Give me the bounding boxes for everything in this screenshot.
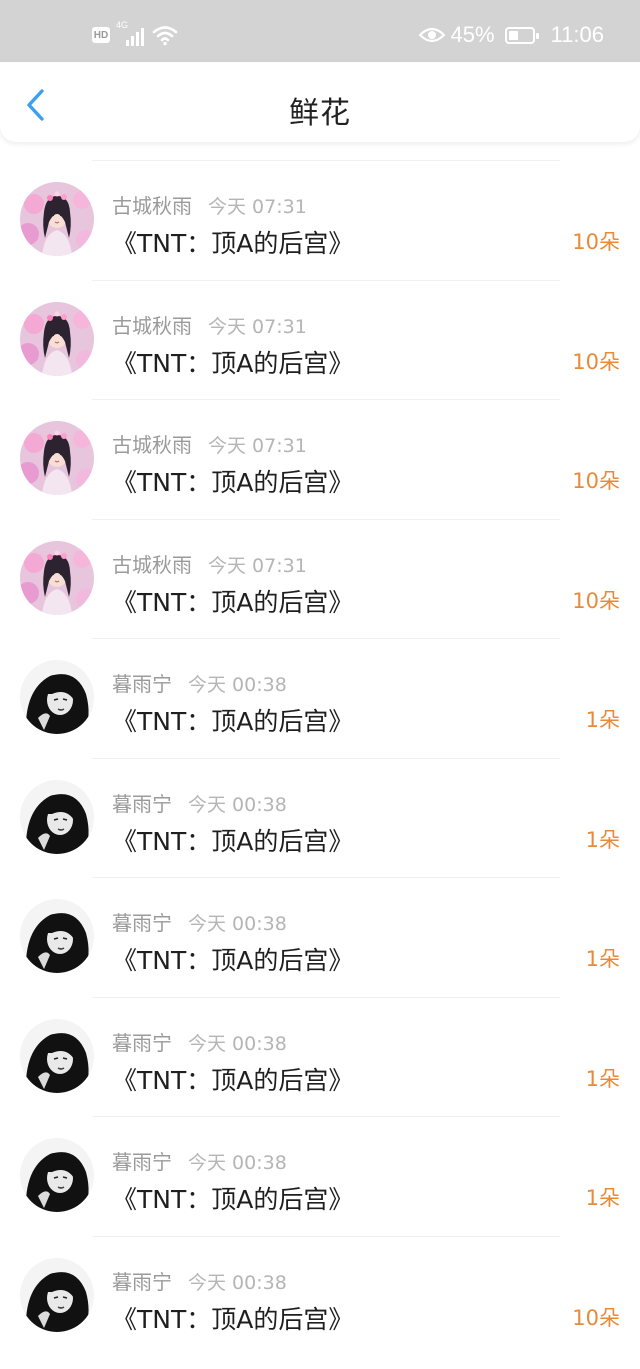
- divider: [92, 1116, 560, 1117]
- monochrome-portrait-avatar-icon: [20, 779, 94, 854]
- flower-count: 1朵: [585, 1186, 620, 1210]
- monochrome-portrait-avatar-icon: [20, 1138, 94, 1212]
- divider: [92, 160, 560, 161]
- timestamp: 今天 07:31: [208, 315, 307, 338]
- user-name[interactable]: 暮雨宁: [112, 1270, 172, 1294]
- list-item[interactable]: 古城秋雨 今天 07:31 《TNT：顶A的后宫》 10朵: [0, 279, 640, 400]
- monochrome-portrait-avatar-icon: [20, 1018, 94, 1093]
- user-name[interactable]: 古城秋雨: [112, 314, 192, 338]
- book-title[interactable]: 《TNT：顶A的后宫》: [112, 1180, 353, 1216]
- status-bar: HD 4G 45% 11:06: [0, 0, 640, 62]
- book-title[interactable]: 《TNT：顶A的后宫》: [112, 224, 353, 260]
- divider: [92, 518, 560, 520]
- pink-floral-avatar-icon: [20, 421, 94, 495]
- battery-icon: [504, 26, 539, 44]
- status-left: HD 4G: [92, 20, 178, 46]
- pink-floral-avatar-icon: [20, 540, 94, 615]
- flower-list: 古城秋雨 今天 07:31 《TNT：顶A的后宫》 10朵 古城秋雨 今天 07:3…: [0, 160, 640, 1355]
- timestamp: 今天 00:38: [188, 1271, 287, 1294]
- pink-floral-avatar-icon: [20, 301, 94, 376]
- avatar[interactable]: [20, 1257, 94, 1332]
- avatar[interactable]: [20, 660, 94, 734]
- timestamp: 今天 07:31: [208, 554, 307, 577]
- page-title: 鲜花: [289, 96, 351, 131]
- timestamp: 今天 00:38: [188, 1152, 287, 1174]
- user-name[interactable]: 古城秋雨: [112, 433, 192, 457]
- timestamp: 今天 00:38: [188, 674, 287, 696]
- avatar[interactable]: [20, 779, 94, 854]
- monochrome-portrait-avatar-icon: [20, 899, 94, 973]
- list-item[interactable]: 暮雨宁 今天 00:38 《TNT：顶A的后宫》 1朵: [0, 757, 640, 878]
- flower-count: 1朵: [585, 1066, 620, 1091]
- timestamp: 今天 00:38: [188, 1032, 287, 1055]
- user-name[interactable]: 暮雨宁: [112, 1031, 172, 1055]
- timestamp: 今天 07:31: [208, 435, 307, 457]
- flower-count: 10朵: [572, 469, 620, 493]
- avatar[interactable]: [20, 301, 94, 376]
- list-item[interactable]: 暮雨宁 今天 00:38 《TNT：顶A的后宫》 1朵: [0, 638, 640, 758]
- header: 鲜花: [0, 62, 640, 142]
- divider: [92, 399, 560, 400]
- list-item[interactable]: 古城秋雨 今天 07:31 《TNT：顶A的后宫》 10朵: [0, 518, 640, 639]
- avatar[interactable]: [20, 182, 94, 256]
- network-type-label: 4G: [116, 20, 129, 30]
- timestamp: 今天 07:31: [208, 196, 307, 218]
- user-name[interactable]: 古城秋雨: [112, 194, 192, 218]
- user-name[interactable]: 暮雨宁: [112, 1150, 172, 1174]
- avatar[interactable]: [20, 1018, 94, 1093]
- avatar[interactable]: [20, 899, 94, 973]
- monochrome-portrait-avatar-icon: [20, 660, 94, 734]
- book-title[interactable]: 《TNT：顶A的后宫》: [112, 583, 353, 619]
- book-title[interactable]: 《TNT：顶A的后宫》: [112, 1061, 353, 1097]
- divider: [92, 757, 560, 759]
- hd-icon: HD: [92, 27, 110, 43]
- status-right: 45% 11:06: [418, 22, 604, 48]
- book-title[interactable]: 《TNT：顶A的后宫》: [112, 822, 353, 858]
- user-name[interactable]: 暮雨宁: [112, 672, 172, 696]
- flower-count: 10朵: [572, 230, 620, 254]
- list-item[interactable]: 暮雨宁 今天 00:38 《TNT：顶A的后宫》 1朵: [0, 877, 640, 997]
- flower-count: 10朵: [572, 349, 620, 374]
- divider: [92, 279, 560, 281]
- divider: [92, 996, 560, 998]
- eye-icon: [418, 27, 445, 43]
- divider: [92, 638, 560, 639]
- user-name[interactable]: 古城秋雨: [112, 553, 192, 577]
- flower-count: 1朵: [585, 827, 620, 852]
- flower-count: 1朵: [585, 947, 620, 971]
- book-title[interactable]: 《TNT：顶A的后宫》: [112, 702, 353, 738]
- battery-percent: 45%: [450, 22, 495, 47]
- flower-count: 1朵: [585, 708, 620, 732]
- user-name[interactable]: 暮雨宁: [112, 911, 172, 935]
- user-name[interactable]: 暮雨宁: [112, 792, 172, 816]
- wifi-icon: [152, 26, 178, 46]
- list-item[interactable]: 古城秋雨 今天 07:31 《TNT：顶A的后宫》 10朵: [0, 399, 640, 519]
- list-item[interactable]: 暮雨宁 今天 00:38 《TNT：顶A的后宫》 10朵: [0, 1235, 640, 1356]
- pink-floral-avatar-icon: [20, 182, 94, 256]
- avatar[interactable]: [20, 1138, 94, 1212]
- list-item[interactable]: 暮雨宁 今天 00:38 《TNT：顶A的后宫》 1朵: [0, 996, 640, 1117]
- book-title[interactable]: 《TNT：顶A的后宫》: [112, 463, 353, 499]
- list-item[interactable]: 暮雨宁 今天 00:38 《TNT：顶A的后宫》 1朵: [0, 1116, 640, 1236]
- divider: [92, 877, 560, 878]
- timestamp: 今天 00:38: [188, 913, 287, 935]
- list-item[interactable]: 古城秋雨 今天 07:31 《TNT：顶A的后宫》 10朵: [0, 160, 640, 280]
- book-title[interactable]: 《TNT：顶A的后宫》: [112, 941, 353, 977]
- avatar[interactable]: [20, 540, 94, 615]
- timestamp: 今天 00:38: [188, 793, 287, 816]
- book-title[interactable]: 《TNT：顶A的后宫》: [112, 344, 353, 380]
- flower-count: 10朵: [572, 588, 620, 613]
- monochrome-portrait-avatar-icon: [20, 1257, 94, 1332]
- flower-count: 10朵: [572, 1305, 620, 1330]
- battery-fill: [508, 30, 519, 40]
- divider: [92, 1235, 560, 1237]
- avatar[interactable]: [20, 421, 94, 495]
- cellular-signal-icon: 4G: [116, 20, 146, 46]
- clock: 11:06: [550, 22, 604, 47]
- book-title[interactable]: 《TNT：顶A的后宫》: [112, 1300, 353, 1336]
